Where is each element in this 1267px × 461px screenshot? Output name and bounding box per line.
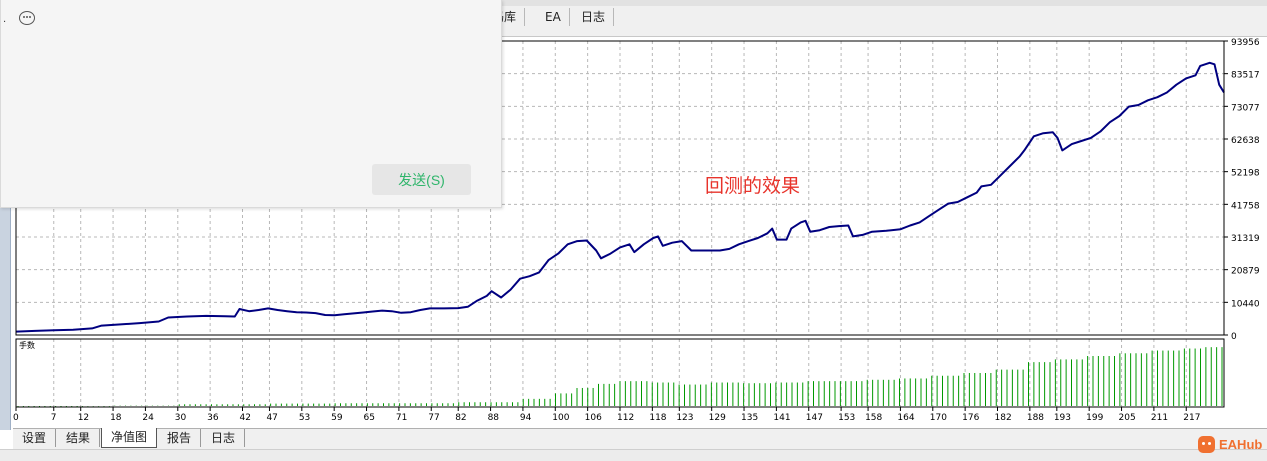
- x-tick-label: 123: [676, 413, 693, 423]
- logo-text: EAHub: [1219, 436, 1263, 452]
- bullet-icon: ·: [3, 17, 7, 28]
- x-tick-label: 147: [806, 413, 823, 423]
- tab-report[interactable]: 报告: [158, 429, 202, 447]
- x-tick-label: 59: [331, 413, 343, 423]
- y-tick-label: 31319: [1231, 234, 1260, 244]
- x-tick-label: 141: [773, 413, 790, 423]
- tester-tabs: 设置 结果 净值图 报告 日志: [13, 428, 1267, 450]
- x-tick-label: 77: [428, 413, 439, 423]
- x-tick-label: 193: [1054, 413, 1071, 423]
- x-tick-label: 47: [266, 413, 277, 423]
- x-tick-label: 65: [364, 413, 375, 423]
- tab-ea[interactable]: EA: [537, 8, 570, 26]
- x-tick-label: 7: [51, 413, 57, 423]
- x-tick-label: 12: [78, 413, 89, 423]
- tab-log[interactable]: 日志: [202, 429, 246, 447]
- x-tick-label: 211: [1151, 413, 1168, 423]
- x-tick-label: 30: [175, 413, 187, 423]
- tab-equity-graph[interactable]: 净值图: [101, 428, 158, 448]
- x-tick-label: 217: [1183, 413, 1200, 423]
- status-bar: [0, 449, 1267, 461]
- x-tick-label: 205: [1119, 413, 1136, 423]
- x-tick-label: 82: [455, 413, 466, 423]
- chart-annotation: 回测的效果: [705, 175, 800, 197]
- x-tick-label: 0: [13, 413, 19, 423]
- chat-popup: · 发送(S): [0, 0, 502, 208]
- x-tick-label: 53: [299, 413, 310, 423]
- x-tick-label: 199: [1086, 413, 1103, 423]
- x-tick-label: 129: [709, 413, 726, 423]
- tab-results[interactable]: 结果: [57, 429, 101, 447]
- x-tick-label: 100: [552, 413, 569, 423]
- x-tick-label: 153: [838, 413, 855, 423]
- tab-journal[interactable]: 日志: [573, 8, 615, 26]
- x-tick-label: 24: [142, 413, 154, 423]
- eahub-logo: EAHub: [1198, 434, 1262, 454]
- send-button[interactable]: 发送(S): [372, 164, 471, 195]
- y-tick-label: 0: [1231, 332, 1237, 342]
- y-tick-label: 41758: [1231, 201, 1260, 211]
- x-tick-label: 106: [585, 413, 602, 423]
- x-tick-label: 118: [649, 413, 666, 423]
- x-tick-label: 36: [207, 413, 219, 423]
- x-tick-label: 164: [897, 413, 914, 423]
- y-tick-label: 62638: [1231, 136, 1260, 146]
- x-tick-label: 188: [1027, 413, 1044, 423]
- eahub-logo-icon: [1198, 435, 1215, 453]
- x-tick-label: 94: [520, 413, 532, 423]
- x-tick-label: 182: [995, 413, 1012, 423]
- x-tick-label: 71: [396, 413, 407, 423]
- y-tick-label: 83517: [1231, 71, 1260, 81]
- x-tick-label: 42: [240, 413, 251, 423]
- x-tick-label: 176: [962, 413, 979, 423]
- y-tick-label: 10440: [1231, 299, 1260, 309]
- x-tick-label: 135: [741, 413, 758, 423]
- tab-settings[interactable]: 设置: [13, 429, 57, 447]
- x-tick-label: 88: [488, 413, 500, 423]
- y-tick-label: 73077: [1231, 103, 1260, 113]
- x-tick-label: 170: [930, 413, 947, 423]
- y-tick-label: 20879: [1231, 267, 1260, 277]
- x-tick-label: 112: [617, 413, 634, 423]
- lots-panel-title: 手数: [19, 340, 35, 350]
- chat-bubble-icon[interactable]: [19, 11, 35, 25]
- y-tick-label: 52198: [1231, 169, 1260, 179]
- tester-side-handle[interactable]: [0, 205, 11, 430]
- y-tick-label: 93956: [1231, 38, 1260, 48]
- x-tick-label: 158: [865, 413, 882, 423]
- x-tick-label: 18: [110, 413, 122, 423]
